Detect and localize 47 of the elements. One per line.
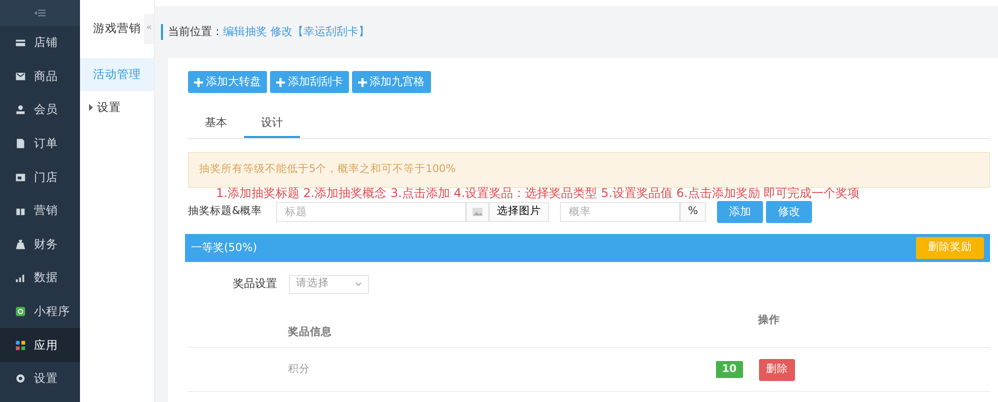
nav-item[interactable]: 门店 <box>0 160 80 194</box>
bar-chart-icon <box>15 272 26 284</box>
chevron-icon <box>355 281 362 287</box>
delete-button[interactable]: 删除 <box>759 358 796 380</box>
store-icon <box>15 37 26 48</box>
instruction-text: 1.添加抽奖标题 2.添加抽奖概念 3.点击添加 4.设置奖品：选择奖品类型 5.设置奖品值 6.点击添加奖励 即可完成一个奖项 <box>215 186 861 200</box>
section-title: 游戏营销 <box>93 20 141 38</box>
field-label: 奖品设置 <box>233 276 277 292</box>
nav-item[interactable]: 营销 <box>0 194 80 228</box>
user-icon <box>15 104 26 116</box>
table-cell-text: 积分 <box>288 362 311 377</box>
shop-icon <box>15 172 26 183</box>
nav-item[interactable]: 数据 <box>0 261 80 295</box>
column-header: 操作 <box>758 313 780 328</box>
apps-icon <box>15 340 26 351</box>
nav-item[interactable]: 商品 <box>0 60 80 94</box>
plus-icon <box>358 78 366 86</box>
choose-image-button[interactable]: 选择图片 <box>489 202 549 222</box>
nav-item[interactable]: 财务 <box>0 228 80 262</box>
breadcrumb-label: 当前位置： <box>161 24 223 40</box>
nav-item[interactable]: 设置 <box>0 362 80 396</box>
money-bag-icon <box>15 238 26 250</box>
column-header: 奖品信息 <box>288 325 333 340</box>
document-icon <box>15 138 26 150</box>
nav-item[interactable]: 小程序 <box>0 294 80 328</box>
tab[interactable]: 设计 <box>244 111 300 138</box>
nav-item[interactable]: 会员 <box>0 93 80 127</box>
nav-item[interactable]: 店铺 <box>0 26 80 60</box>
nav-item[interactable]: 订单 <box>0 126 80 160</box>
envelope-icon <box>15 70 26 82</box>
menu-icon <box>34 8 46 18</box>
rate-input[interactable]: 概率 <box>560 202 680 222</box>
warning-alert: 抽奖所有等级不能低于5个，概率之和可不等于100% <box>188 152 990 188</box>
title-input[interactable]: 标题 <box>276 202 466 222</box>
percent-addon: % <box>680 202 706 222</box>
nav-item[interactable]: 应用 <box>0 328 80 362</box>
image-icon <box>472 207 483 217</box>
caret-icon <box>89 104 93 111</box>
settings-icon <box>15 373 26 384</box>
tab[interactable]: 基本 <box>188 111 244 138</box>
form-label: 抽奖标题&概率 <box>188 204 264 220</box>
subnav-item[interactable]: 设置 <box>80 91 154 124</box>
prize-title: 一等奖(50%) <box>191 240 258 256</box>
mini-program-icon <box>15 306 26 318</box>
value-badge: 10 <box>716 360 743 378</box>
plus-icon <box>194 78 203 86</box>
plus-icon <box>276 78 285 86</box>
